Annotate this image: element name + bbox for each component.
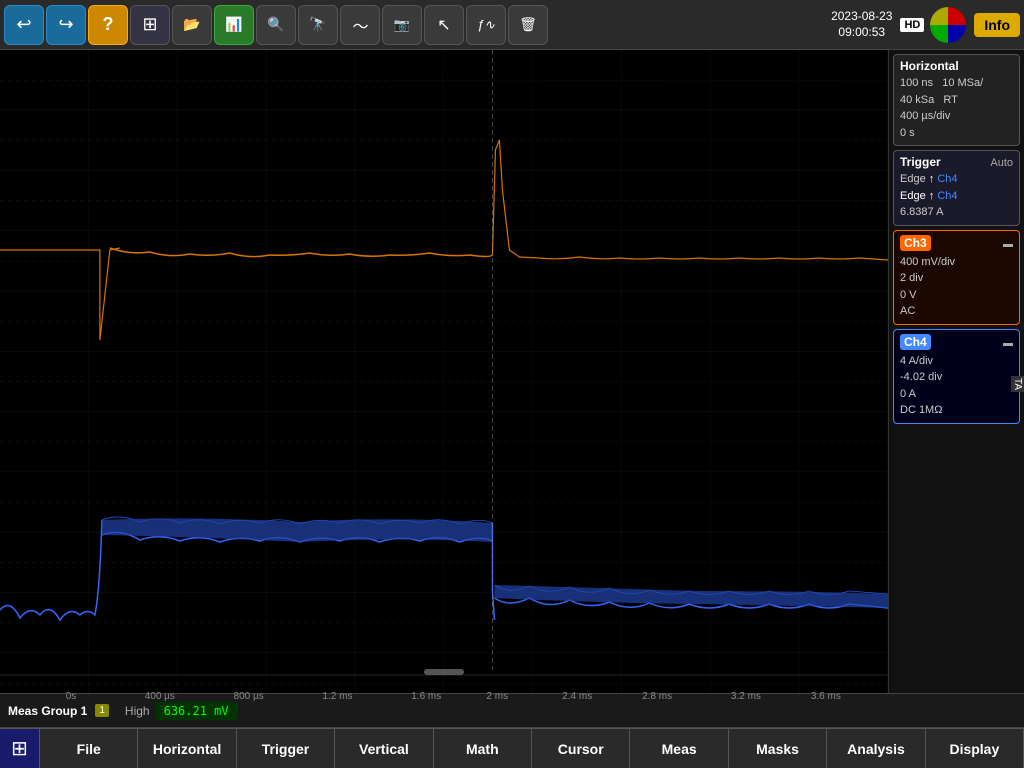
ch4-offset-div: -4.02 div: [900, 369, 1013, 386]
scope-display[interactable]: 1.2 V 800 mV 400 mV -400 mV -800 mV -1.2…: [0, 50, 889, 693]
horizontal-title: Horizontal: [900, 59, 1013, 73]
menu-masks[interactable]: Masks: [729, 729, 827, 768]
ch4-title: Ch4: [900, 334, 931, 350]
y-label-4: -400 mV: [2, 292, 40, 303]
time-base-value: 100 ns: [900, 77, 933, 89]
main-area: 1.2 V 800 mV 400 mV -400 mV -800 mV -1.2…: [0, 50, 1024, 693]
ta-label: TA: [1011, 376, 1024, 392]
vout-label: VOUT: [60, 170, 93, 184]
y-label-6: -1.2 V: [2, 412, 29, 423]
datetime-display: 2023-08-23 09:00:53: [831, 9, 892, 40]
menu-bar: ⊞ File Horizontal Trigger Vertical Math …: [0, 728, 1024, 768]
horizontal-acq: 40 kSa RT: [900, 92, 1013, 109]
hd-badge: HD: [900, 18, 924, 32]
menu-horizontal[interactable]: Horizontal: [138, 729, 236, 768]
y-label-7: -1.6 V: [2, 472, 29, 483]
meas-item-value: 636.21 mV: [156, 702, 237, 720]
ch3-coupling: AC: [900, 303, 1013, 320]
meas-item-label: High: [125, 704, 150, 718]
trigger-edge-ch: Edge ↑ Ch4: [900, 188, 1013, 205]
y-label-8: -2 V: [2, 532, 20, 543]
h-offset-value: 0 s: [900, 125, 1013, 142]
y-label-5: -800 mV: [2, 352, 40, 363]
ch3-minimize[interactable]: ▬: [1003, 239, 1013, 250]
time-label: 09:00:53: [838, 25, 885, 41]
mode-value: RT: [943, 94, 957, 106]
acq-rate-value: 40 kSa: [900, 94, 934, 106]
ch4-offset-a: 0 A: [900, 386, 1013, 403]
zoom-button[interactable]: 🔍: [256, 5, 296, 45]
ch4-minimize[interactable]: ▬: [1003, 338, 1013, 349]
y-label-2: 400 mV: [2, 172, 36, 183]
trigger-type: Edge ↑ Ch4: [900, 171, 1013, 188]
toolbar: ↩ ↪ ? ⊞ 📂 📊 🔍 🔭 〜 📷 ↖ ƒ∿ 🗑 2023-08-23 09…: [0, 0, 1024, 50]
ch3-offset-v: 0 V: [900, 287, 1013, 304]
y-label-1: 800 mV: [2, 112, 36, 123]
ch3-offset-div: 2 div: [900, 270, 1013, 287]
meas-bar: Meas Group 1 1 High 636.21 mV: [0, 693, 1024, 728]
ch3-vdiv: 400 mV/div: [900, 254, 1013, 271]
trigger-title: Trigger: [900, 155, 941, 169]
meas-group-badge: 1: [95, 704, 109, 717]
open-button[interactable]: 📂: [172, 5, 212, 45]
div-value: 400 µs/div: [900, 108, 1013, 125]
waveform-svg: [0, 50, 888, 693]
cursor-button[interactable]: ↖: [424, 5, 464, 45]
iout-label: IOUT: [55, 520, 84, 534]
ch4-adiv: 4 A/div: [900, 353, 1013, 370]
menu-math[interactable]: Math: [434, 729, 532, 768]
back-button[interactable]: ↩: [4, 5, 44, 45]
ch4-marker: ▶C4: [0, 580, 18, 591]
date-label: 2023-08-23: [831, 9, 892, 25]
ch3-marker: ▶: [0, 255, 7, 266]
menu-file[interactable]: File: [40, 729, 138, 768]
sample-rate-value: 10 MSa/: [942, 77, 983, 89]
fft-button[interactable]: ƒ∿: [466, 5, 506, 45]
menu-display[interactable]: Display: [926, 729, 1024, 768]
measure-button[interactable]: 📊: [214, 5, 254, 45]
ch3-panel: Ch3 ▬ 400 mV/div 2 div 0 V AC: [893, 230, 1020, 325]
menu-vertical[interactable]: Vertical: [335, 729, 433, 768]
layout-button[interactable]: ⊞: [130, 5, 170, 45]
y-label-9: -2.8 V: [2, 620, 29, 631]
info-button[interactable]: Info: [974, 13, 1020, 37]
help-button[interactable]: ?: [88, 5, 128, 45]
search-button[interactable]: 🔭: [298, 5, 338, 45]
meas-group-label: Meas Group 1: [8, 704, 87, 718]
y-label-0: 1.2 V: [2, 52, 25, 63]
menu-cursor[interactable]: Cursor: [532, 729, 630, 768]
menu-trigger[interactable]: Trigger: [237, 729, 335, 768]
ch4-panel: Ch4 ▬ 4 A/div -4.02 div 0 A DC 1MΩ: [893, 329, 1020, 424]
menu-analysis[interactable]: Analysis: [827, 729, 925, 768]
forward-button[interactable]: ↪: [46, 5, 86, 45]
wave-button[interactable]: 〜: [340, 5, 380, 45]
menu-home-button[interactable]: ⊞: [0, 729, 40, 768]
horizontal-panel: Horizontal 100 ns 10 MSa/ 40 kSa RT 400 …: [893, 54, 1020, 146]
brand-logo: [930, 7, 966, 43]
menu-meas[interactable]: Meas: [630, 729, 728, 768]
right-panel: Horizontal 100 ns 10 MSa/ 40 kSa RT 400 …: [889, 50, 1024, 693]
scroll-indicator[interactable]: [424, 669, 464, 675]
horizontal-timebase: 100 ns 10 MSa/: [900, 75, 1013, 92]
trigger-level: 6.8387 A: [900, 204, 1013, 221]
trigger-mode: Auto: [990, 157, 1013, 169]
meas-item: High 636.21 mV: [125, 702, 237, 720]
acquire-button[interactable]: 📷: [382, 5, 422, 45]
trigger-panel: Trigger Auto Edge ↑ Ch4 Edge ↑ Ch4 6.838…: [893, 150, 1020, 226]
ch3-title: Ch3: [900, 235, 931, 251]
ch4-impedance: DC 1MΩ: [900, 402, 1013, 419]
delete-button[interactable]: 🗑: [508, 5, 548, 45]
